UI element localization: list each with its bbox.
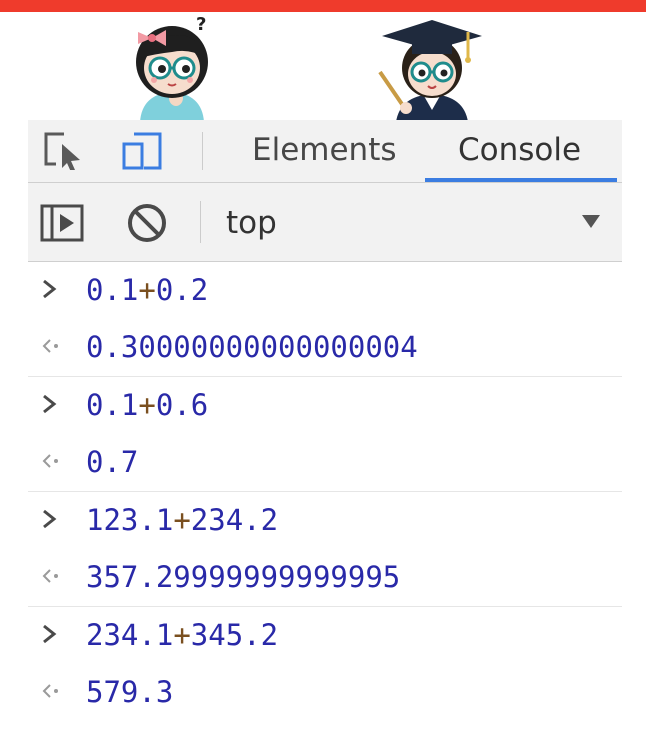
active-tab-indicator [425,178,617,182]
input-prompt-icon [43,279,57,299]
dropdown-arrow-icon[interactable] [580,213,602,229]
output-result-icon [42,569,58,583]
output-result-icon [42,684,58,698]
output-result-icon [42,454,58,468]
console-input-line: 0.1+0.6 [28,377,622,434]
console-output-line: 0.7 [28,434,622,491]
output-result-icon [42,339,58,353]
console-input: 234.1+345.2 [86,618,279,652]
top-red-bar [0,0,646,12]
confused-girl-illustration: ? [126,14,218,122]
console-input-line: 0.1+0.2 [28,262,622,319]
console-output: 579.3 [86,675,174,709]
context-selector[interactable]: top [226,201,277,245]
console-output-line: 357.29999999999995 [28,549,622,606]
console-entry: 0.1+0.6 0.7 [28,377,622,492]
console-toolbar: top [28,183,622,262]
device-toolbar-icon[interactable] [120,130,166,170]
console-entry: 123.1+234.2 357.29999999999995 [28,492,622,607]
input-prompt-icon [43,624,57,644]
console-input: 123.1+234.2 [86,503,279,537]
tabbar-divider [202,132,203,170]
show-sidebar-icon[interactable] [40,204,84,242]
console-entry: 0.1+0.2 0.30000000000000004 [28,262,622,377]
input-prompt-icon [43,509,57,529]
console-input-line: 123.1+234.2 [28,492,622,549]
tab-console[interactable]: Console [458,130,581,170]
devtools-panel: Elements Console top 0.1+0.2 0.300000000… [28,120,622,721]
svg-text:?: ? [196,14,206,35]
toolbar-divider [200,201,201,243]
console-output-line: 0.30000000000000004 [28,319,622,376]
devtools-tabbar: Elements Console [28,120,622,183]
tab-elements[interactable]: Elements [252,130,397,170]
console-input: 0.1+0.6 [86,388,209,422]
console-input: 0.1+0.2 [86,273,209,307]
inspect-element-icon[interactable] [42,130,86,170]
console-log: 0.1+0.2 0.30000000000000004 0.1+0.6 0.7 … [28,262,622,721]
console-output: 357.29999999999995 [86,560,401,594]
console-output-line: 579.3 [28,664,622,721]
graduate-illustration [376,14,488,122]
console-output: 0.7 [86,445,139,479]
console-output: 0.30000000000000004 [86,330,418,364]
input-prompt-icon [43,394,57,414]
console-entry: 234.1+345.2 579.3 [28,607,622,721]
clear-console-icon[interactable] [126,202,168,244]
console-input-line: 234.1+345.2 [28,607,622,664]
